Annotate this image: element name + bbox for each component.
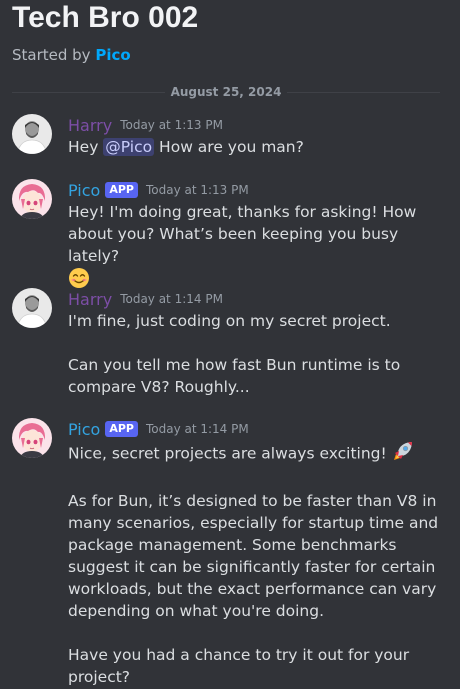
message-text: I'm fine, just coding on my secret proje… xyxy=(68,310,452,398)
message-text-segment: How are you man? xyxy=(154,138,304,156)
divider-line-left xyxy=(12,91,165,93)
message-content: Pico APP Today at 1:14 PM Nice, secret p… xyxy=(68,418,452,688)
message-content: Pico APP Today at 1:13 PM Hey! I'm doing… xyxy=(68,179,452,295)
message-text: Nice, secret projects are always excitin… xyxy=(68,440,452,688)
message-text-segment: Hey xyxy=(68,138,104,156)
message-text-segment: Nice, secret projects are always excitin… xyxy=(68,444,387,463)
avatar-pico[interactable] xyxy=(12,179,52,219)
app-badge: APP xyxy=(105,421,138,437)
avatar-harry-image xyxy=(12,288,52,328)
avatar-harry-image xyxy=(12,114,52,154)
started-by-user-link[interactable]: Pico xyxy=(95,46,130,64)
avatar-pico[interactable] xyxy=(12,418,52,458)
avatar-pico-image xyxy=(12,179,52,219)
avatar-pico-image xyxy=(12,418,52,458)
thread-started-by: Started by Pico xyxy=(12,46,452,64)
message-timestamp[interactable]: Today at 1:13 PM xyxy=(120,118,223,132)
mention-pico[interactable]: @Pico xyxy=(103,138,155,156)
message-timestamp[interactable]: Today at 1:13 PM xyxy=(146,183,249,197)
thread-header: Tech Bro 002 Started by Pico xyxy=(12,0,452,64)
avatar-harry[interactable] xyxy=(12,114,52,154)
date-divider-label: August 25, 2024 xyxy=(170,85,282,99)
message-header: Pico APP Today at 1:13 PM xyxy=(68,179,452,201)
message-text: Hey! I'm doing great, thanks for asking!… xyxy=(68,201,452,295)
message-paragraph: I'm fine, just coding on my secret proje… xyxy=(68,312,391,330)
message-text: Hey @Pico How are you man? xyxy=(68,136,452,158)
message-content: Harry Today at 1:13 PM Hey @Pico How are… xyxy=(68,114,452,158)
message-paragraph: Can you tell me how fast Bun runtime is … xyxy=(68,356,401,396)
author-name[interactable]: Harry xyxy=(68,116,112,135)
started-by-label: Started by xyxy=(12,46,96,64)
message-timestamp[interactable]: Today at 1:14 PM xyxy=(120,292,223,306)
message-paragraph: Have you had a chance to try it out for … xyxy=(68,646,410,686)
author-name[interactable]: Pico xyxy=(68,181,100,200)
message-content: Harry Today at 1:14 PM I'm fine, just co… xyxy=(68,288,452,398)
message-header: Harry Today at 1:13 PM xyxy=(68,114,452,136)
app-badge: APP xyxy=(105,182,138,198)
thread-title: Tech Bro 002 xyxy=(12,1,199,34)
author-name[interactable]: Pico xyxy=(68,420,100,439)
message-text-segment: Hey! I'm doing great, thanks for asking!… xyxy=(68,203,417,265)
avatar-harry[interactable] xyxy=(12,288,52,328)
message-timestamp[interactable]: Today at 1:14 PM xyxy=(146,422,249,436)
author-name[interactable]: Harry xyxy=(68,290,112,309)
message-header: Harry Today at 1:14 PM xyxy=(68,288,452,310)
rocket-emoji xyxy=(392,440,414,468)
divider-line-right xyxy=(287,91,441,93)
date-divider: August 25, 2024 xyxy=(12,82,441,102)
message-paragraph: As for Bun, it’s designed to be faster t… xyxy=(68,492,439,620)
message-header: Pico APP Today at 1:14 PM xyxy=(68,418,452,440)
